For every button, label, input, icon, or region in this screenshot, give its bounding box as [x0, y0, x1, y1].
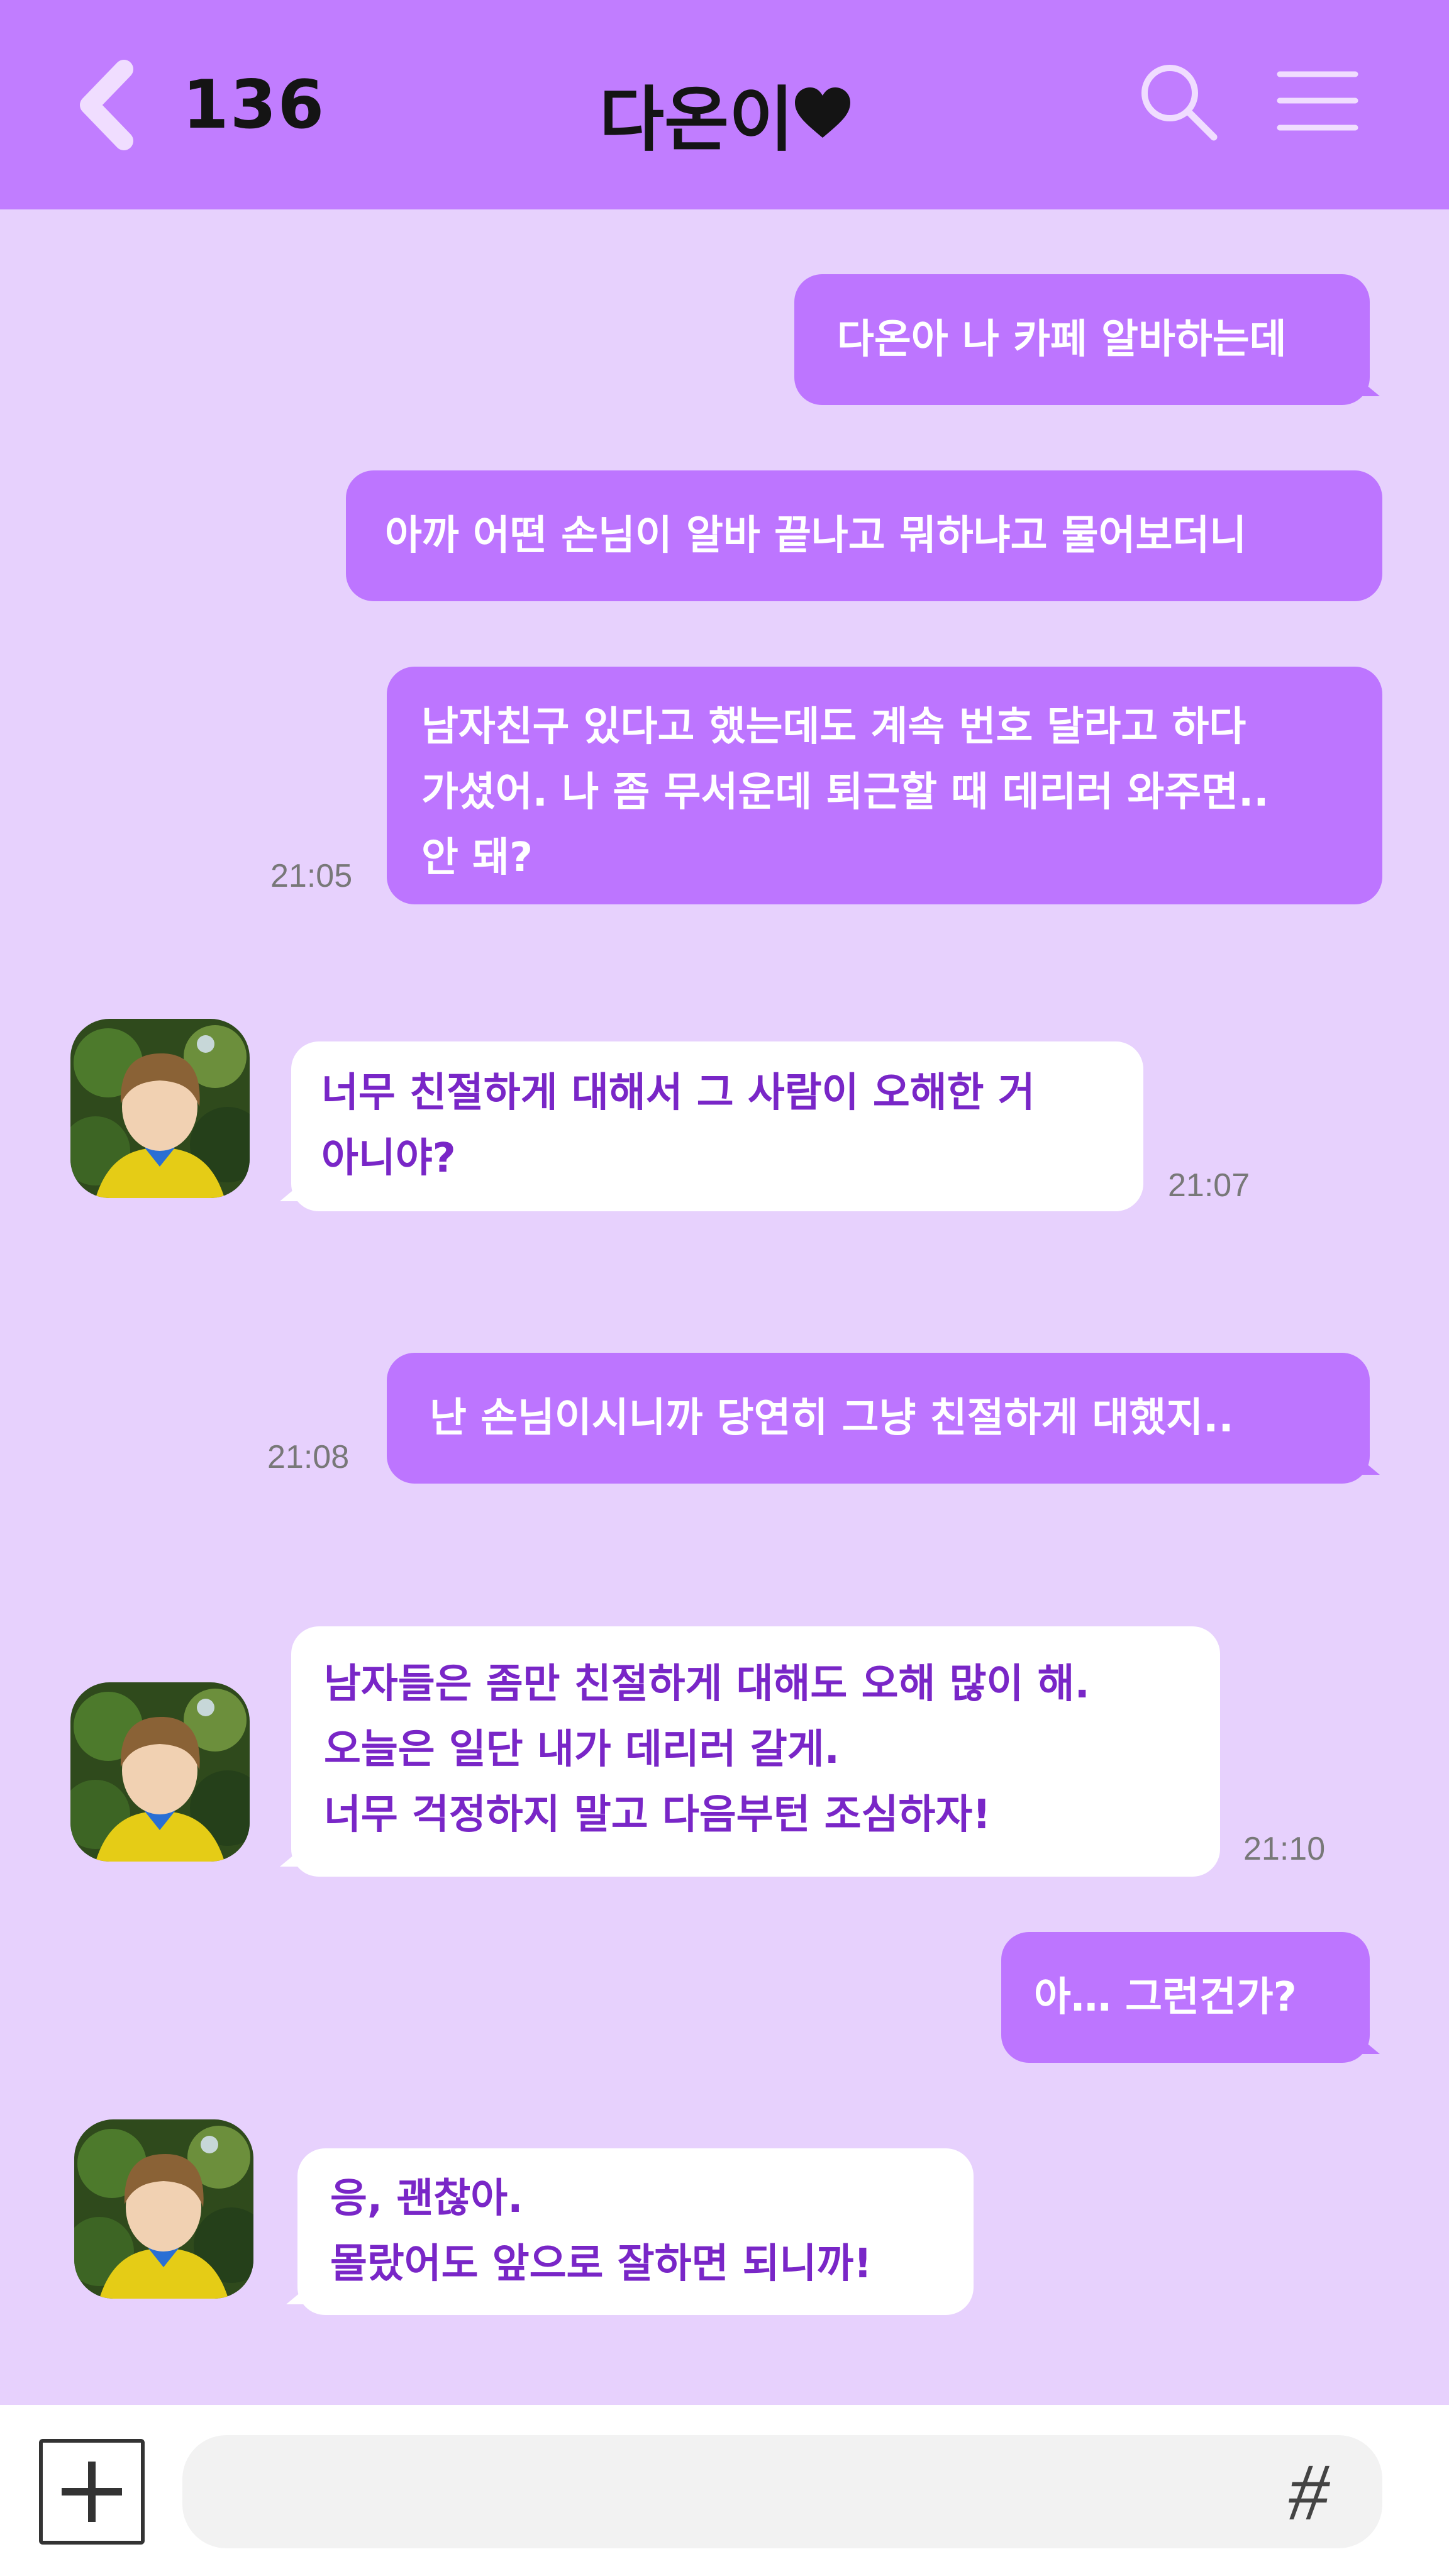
bubble-tail: [280, 1848, 303, 1867]
partner-avatar[interactable]: [70, 1019, 250, 1198]
heart-icon: [795, 87, 850, 138]
plus-icon: [62, 2462, 122, 2522]
partner-avatar[interactable]: [70, 1682, 250, 1862]
incoming-message-bubble: 남자들은 좀만 친절하게 대해도 오해 많이 해. 오늘은 일단 내가 데리러 …: [291, 1626, 1220, 1877]
incoming-message-bubble: 너무 친절하게 대해서 그 사람이 오해한 거 아니야?: [291, 1041, 1143, 1211]
message-time: 21:07: [1168, 1167, 1250, 1204]
message-line: 남자친구 있다고 했는데도 계속 번호 달라고 하다: [421, 704, 1246, 750]
message-line: 가셨어. 나 좀 무서운데 퇴근할 때 데리러 와주면..: [421, 769, 1269, 816]
message-line: 남자들은 좀만 친절하게 대해도 오해 많이 해.: [324, 1661, 1090, 1707]
hash-icon[interactable]: #: [1288, 2445, 1329, 2540]
outgoing-message-bubble: 남자친구 있다고 했는데도 계속 번호 달라고 하다 가셨어. 나 좀 무서운데…: [387, 667, 1382, 904]
message-line: 너무 친절하게 대해서 그 사람이 오해한 거: [321, 1070, 1035, 1116]
outgoing-message-bubble: 아… 그런건가?: [1001, 1932, 1370, 2063]
menu-icon[interactable]: [1277, 68, 1358, 134]
search-icon[interactable]: [1137, 60, 1219, 142]
message-time: 21:05: [270, 858, 353, 894]
incoming-message-bubble: 응, 괜찮아. 몰랐어도 앞으로 잘하면 되니까!: [297, 2148, 974, 2315]
message-line: 난 손님이시니까 당연히 그냥 친절하게 대했지..: [430, 1395, 1234, 1441]
bubble-tail: [1357, 2035, 1380, 2054]
message-line: 아까 어떤 손님이 알바 끝나고 뭐하냐고 물어보더니: [385, 513, 1247, 559]
bubble-tail: [280, 1182, 303, 1201]
bubble-tail: [1357, 377, 1380, 396]
message-line: 오늘은 일단 내가 데리러 갈게.: [324, 1726, 840, 1773]
bubble-tail: [286, 2285, 309, 2304]
message-line: 아니야?: [321, 1135, 456, 1182]
attach-button[interactable]: [39, 2439, 145, 2545]
partner-avatar[interactable]: [74, 2119, 253, 2299]
message-line: 응, 괜찮아.: [330, 2175, 523, 2222]
message-line: 다온아 나 카페 알바하는데: [837, 316, 1287, 363]
message-input[interactable]: [182, 2435, 1382, 2548]
chat-header: 136 다온이: [0, 0, 1449, 209]
message-time: 21:08: [267, 1439, 350, 1475]
chat-title: 다온이: [599, 79, 794, 161]
outgoing-message-bubble: 다온아 나 카페 알바하는데: [794, 274, 1370, 405]
message-line: 너무 걱정하지 말고 다음부턴 조심하자!: [324, 1792, 991, 1838]
outgoing-message-bubble: 아까 어떤 손님이 알바 끝나고 뭐하냐고 물어보더니: [346, 470, 1382, 601]
outgoing-message-bubble: 난 손님이시니까 당연히 그냥 친절하게 대했지..: [387, 1353, 1370, 1484]
message-line: 아… 그런건가?: [1034, 1974, 1297, 2021]
unread-count: 136: [182, 66, 326, 143]
back-chevron-icon[interactable]: [70, 58, 140, 152]
message-time: 21:10: [1243, 1831, 1326, 1867]
message-line: 몰랐어도 앞으로 잘하면 되니까!: [330, 2241, 872, 2287]
bubble-tail: [1357, 1456, 1380, 1475]
message-line: 안 돼?: [421, 835, 533, 881]
